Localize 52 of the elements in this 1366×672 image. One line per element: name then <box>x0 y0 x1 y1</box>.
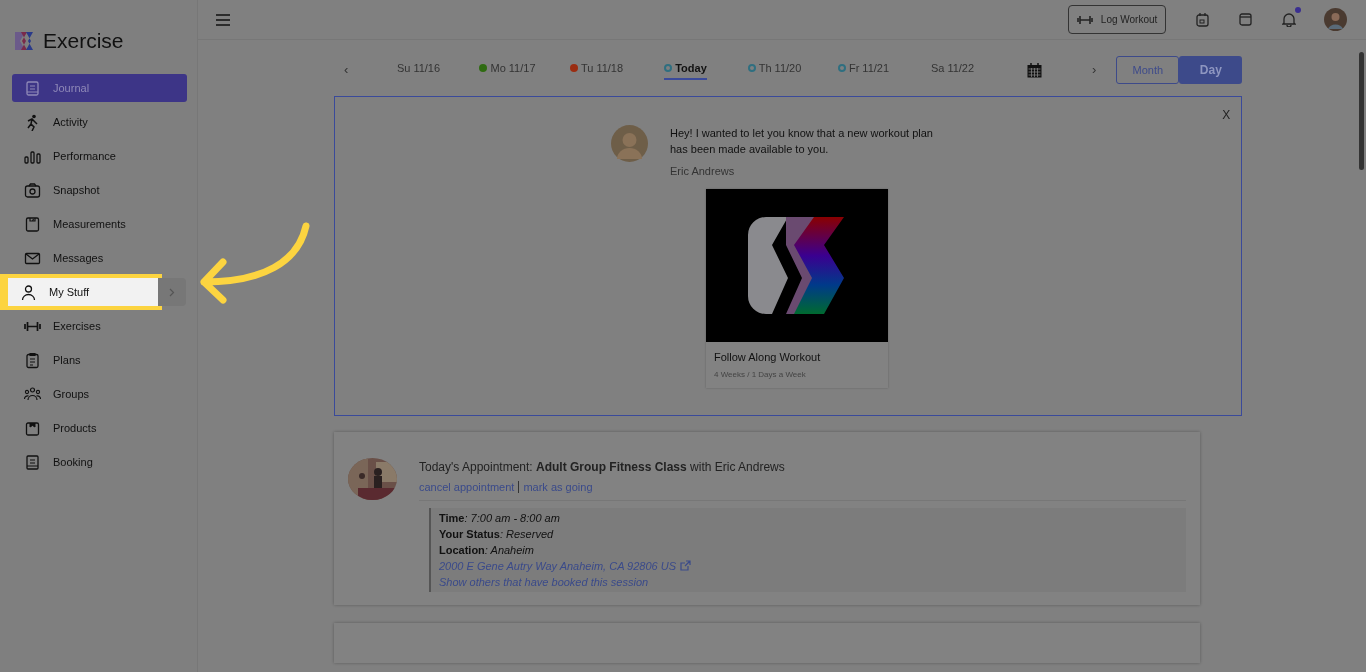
day-tab[interactable]: Mo 11/17 <box>463 58 552 82</box>
appointment-action-link[interactable]: mark as going <box>523 479 593 496</box>
day-tab[interactable]: Th 11/20 <box>730 58 819 82</box>
person-icon <box>20 283 37 301</box>
sidebar-item[interactable]: Journal <box>12 74 187 102</box>
sidebar-item[interactable]: Activity <box>12 108 187 136</box>
group-icon <box>24 385 41 403</box>
avatar-icon <box>611 125 648 162</box>
sidebar-item[interactable]: Booking <box>12 448 187 476</box>
sidebar-item[interactable]: Groups <box>12 380 187 408</box>
sidebar-item[interactable]: Snapshot <box>12 176 187 204</box>
sender-name: Eric Andrews <box>670 164 736 179</box>
calendar-icon[interactable] <box>1027 62 1042 78</box>
calendar-icon[interactable] <box>1196 12 1210 27</box>
appointment-title: Today's Appointment: Adult Group Fitness Class with Eric Andrews <box>419 459 786 476</box>
day-tab[interactable]: Sa 11/22 <box>908 58 997 82</box>
next-arrow[interactable]: › <box>1092 60 1097 80</box>
scrollbar-thumb[interactable] <box>1359 52 1364 170</box>
logo-icon <box>13 30 35 52</box>
close-button[interactable]: X <box>1222 106 1231 124</box>
camera-icon <box>24 181 41 199</box>
day-tab[interactable]: Tu 11/18 <box>552 58 641 82</box>
appointment-action-link[interactable]: cancel appointment <box>419 479 515 496</box>
avatar-icon[interactable] <box>1324 8 1348 31</box>
list-icon <box>24 453 41 471</box>
day-tab[interactable]: Su 11/16 <box>374 58 463 82</box>
previous-arrow[interactable]: ‹ <box>334 60 374 80</box>
day-tab[interactable]: Fr 11/21 <box>819 58 908 82</box>
menu-icon[interactable] <box>216 13 230 26</box>
sidebar-item[interactable]: Performance <box>12 142 187 170</box>
detail-line: Time: 7:00 am - 8:00 am <box>439 510 561 526</box>
plan-title: Follow Along Workout <box>714 349 822 365</box>
detail-line: Your Status: Reserved <box>439 526 555 542</box>
sidebar-item[interactable]: Exercises <box>12 312 187 340</box>
calendar-icon[interactable] <box>1239 13 1253 26</box>
day-tab[interactable]: Today <box>641 58 730 82</box>
app-name: Exercise <box>43 28 124 55</box>
clipboard-icon <box>24 215 41 233</box>
detail-line: Location: Anaheim <box>439 542 535 558</box>
external-link-icon <box>680 560 692 571</box>
sidebar-item[interactable]: Messages <box>12 244 187 272</box>
message-text: Hey! I wanted to let you know that a new workout plan has been made available to you. <box>670 126 934 157</box>
box-icon <box>24 419 41 437</box>
bell-icon[interactable] <box>1282 12 1297 27</box>
journal-icon <box>24 79 41 97</box>
log-workout-button[interactable]: Log Workout <box>1067 5 1167 34</box>
sidebar-item[interactable]: Measurements <box>12 210 187 238</box>
checklist-icon <box>24 351 41 369</box>
sidebar-item[interactable]: Products <box>12 414 187 442</box>
sidebar-item[interactable]: Plans <box>12 346 187 374</box>
dumbbell-icon <box>1076 14 1093 25</box>
view-toggle-button[interactable]: Day <box>1179 56 1243 84</box>
